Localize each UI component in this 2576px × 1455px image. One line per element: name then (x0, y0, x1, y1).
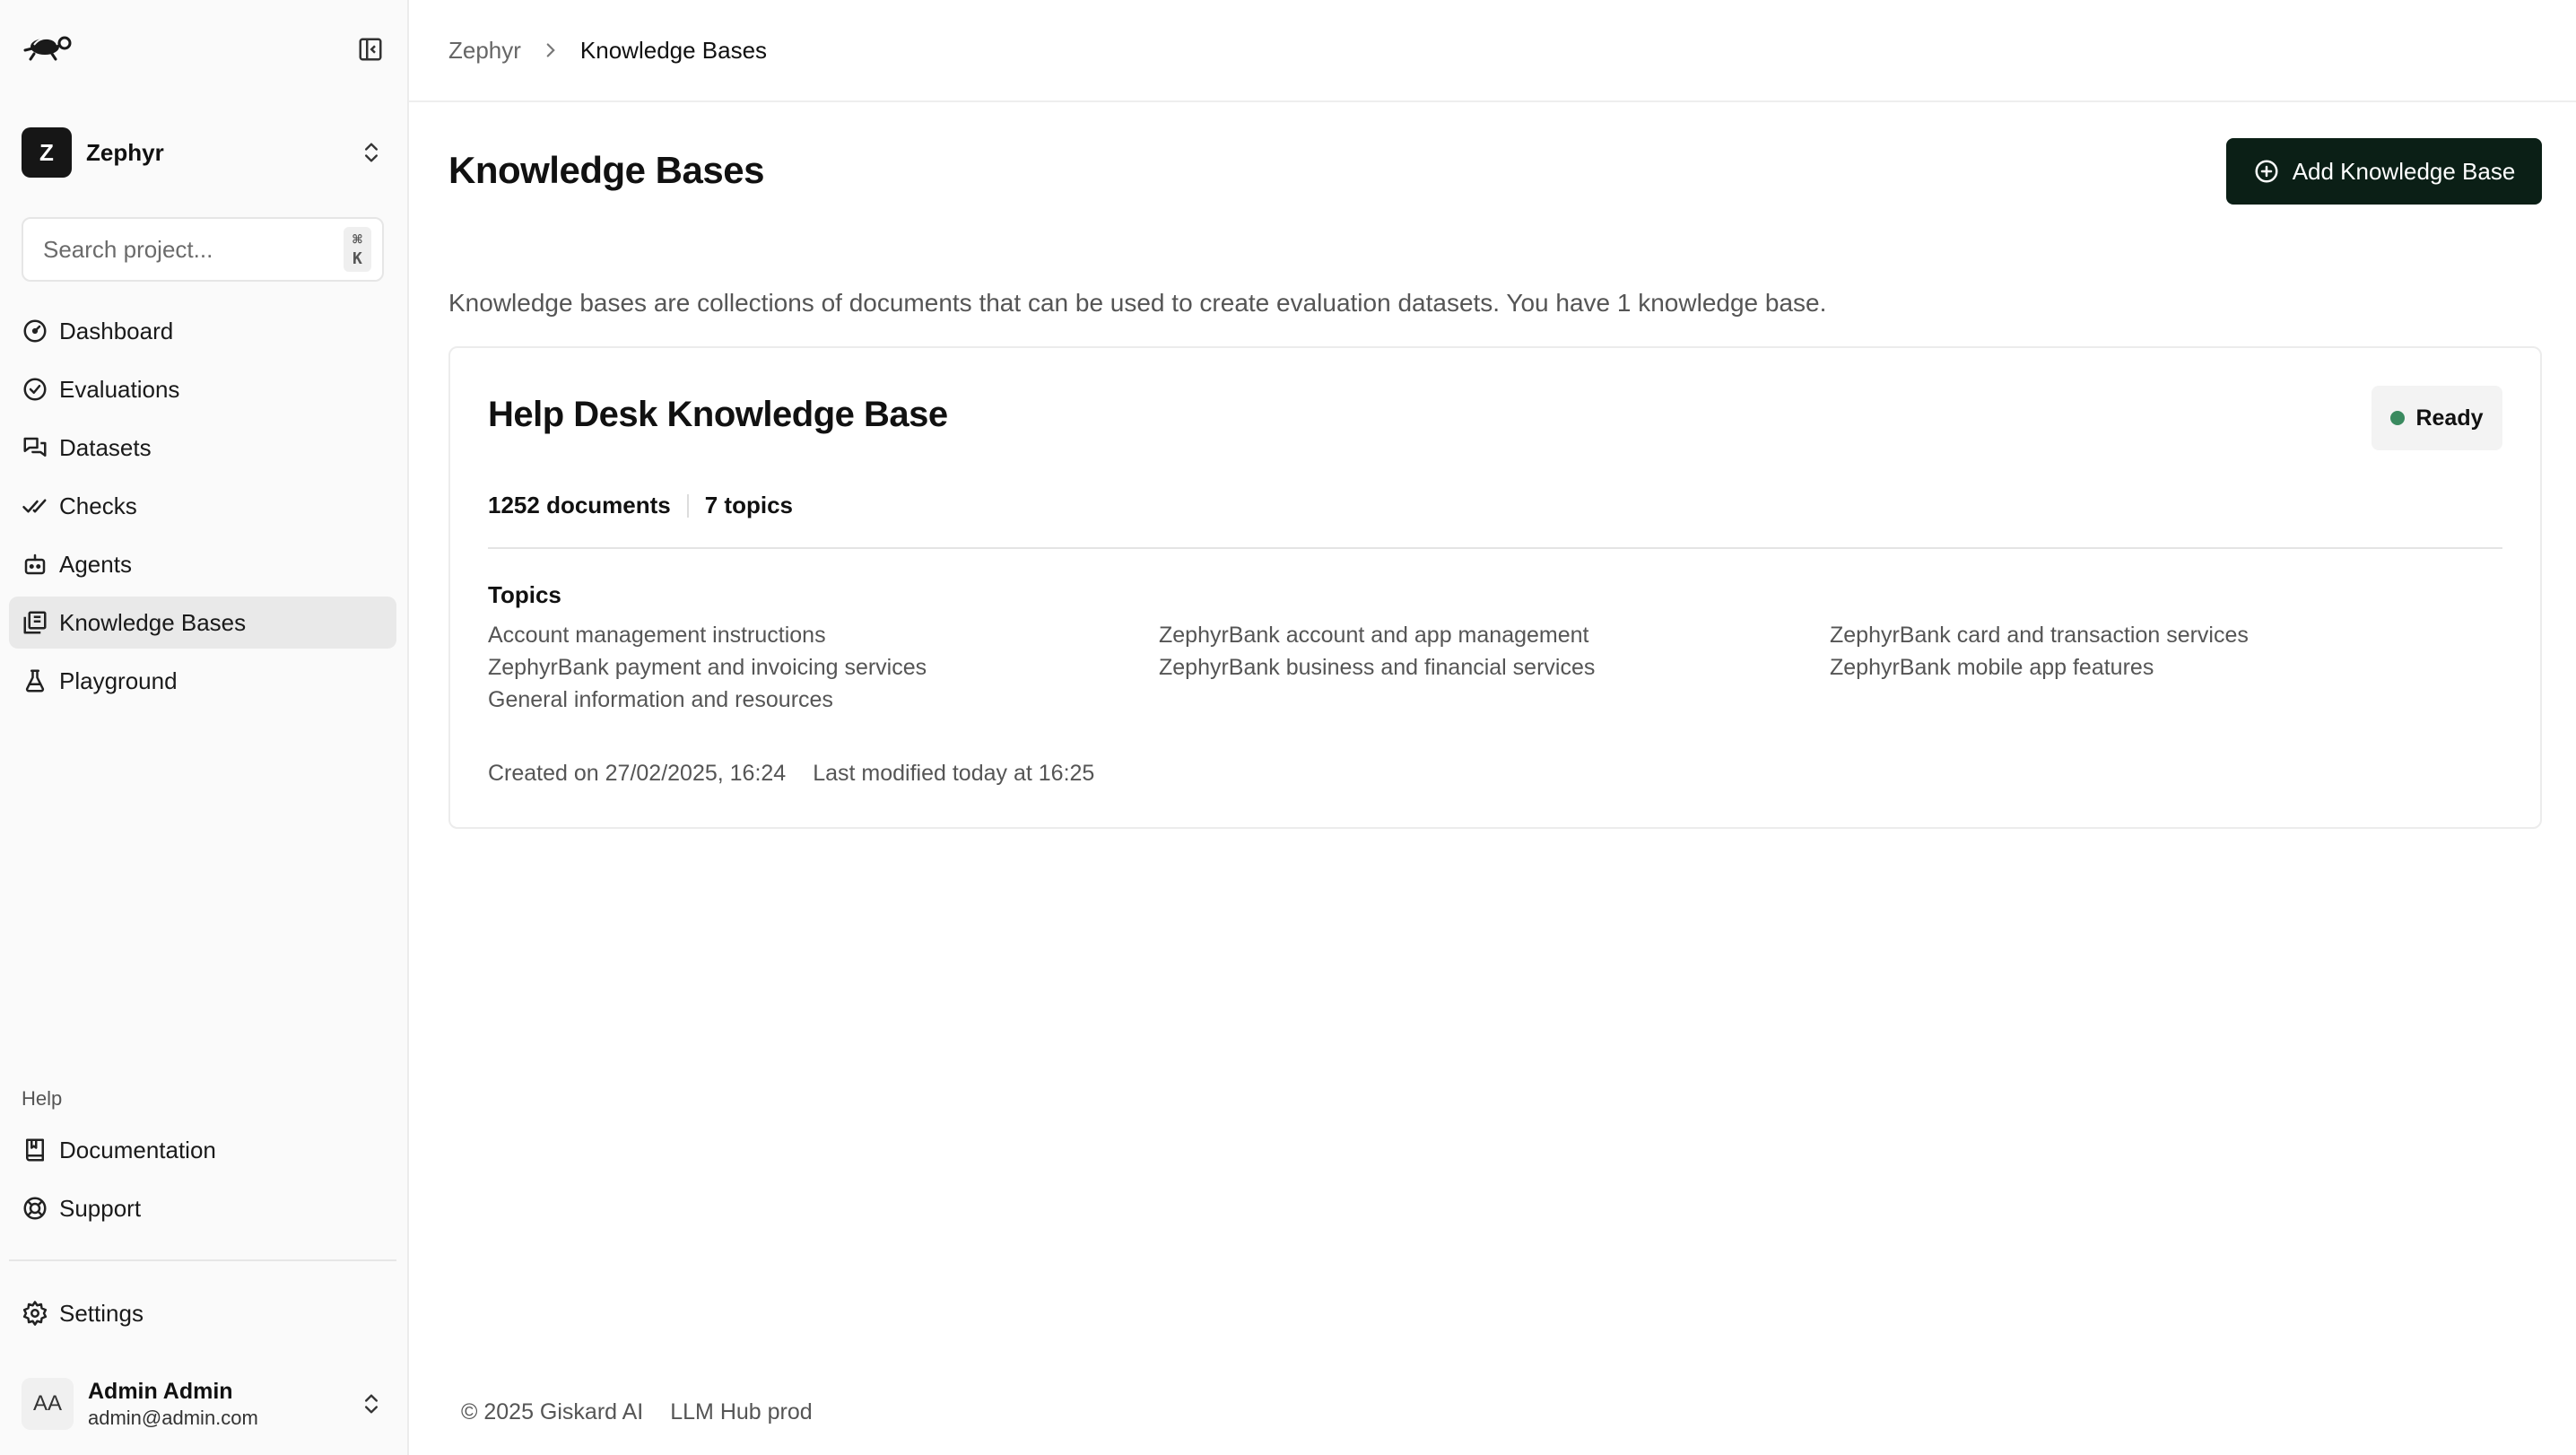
chevrons-up-down-icon (365, 143, 378, 162)
double-check-icon (22, 499, 47, 513)
nav-item-documentation[interactable]: Documentation (9, 1124, 396, 1176)
nav-label: Documentation (59, 1136, 216, 1163)
footer: © 2025 Giskard AI LLM Hub prod (461, 1399, 813, 1425)
nav-label: Agents (59, 550, 132, 578)
chevrons-up-down-icon (365, 1394, 378, 1414)
help-section-label: Help (22, 1087, 63, 1110)
knowledge-base-card[interactable]: Help Desk Knowledge Base Ready 1252 docu… (448, 346, 2542, 829)
plus-circle-icon (2255, 160, 2278, 183)
search-input[interactable] (43, 235, 344, 264)
book-icon (26, 1138, 44, 1162)
project-avatar: Z (22, 127, 72, 178)
chevron-right-icon (546, 43, 555, 57)
copyright: © 2025 Giskard AI (461, 1399, 644, 1425)
nav-label: Playground (59, 667, 178, 694)
settings-nav: Settings (9, 1287, 396, 1346)
nav-item-knowledge-bases[interactable]: Knowledge Bases (9, 597, 396, 649)
user-email: admin@admin.com (88, 1406, 258, 1429)
breadcrumb: Zephyr Knowledge Bases (409, 0, 2576, 102)
topic-item: ZephyrBank card and transaction services (1830, 623, 2249, 648)
gear-icon (22, 1301, 48, 1326)
app-root: Z Zephyr ⌘ K Dashboard Evaluations Datas… (0, 0, 2576, 1455)
topic-item: ZephyrBank mobile app features (1830, 655, 2154, 680)
nav-item-playground[interactable]: Playground (9, 655, 396, 707)
library-icon (23, 611, 47, 634)
status-badge: Ready (2371, 386, 2502, 450)
topics-heading: Topics (488, 581, 561, 608)
knowledge-base-stats: 1252 documents 7 topics (488, 492, 793, 519)
nav-item-support[interactable]: Support (9, 1182, 396, 1234)
dashboard-icon (23, 319, 47, 343)
bot-icon (24, 553, 46, 575)
help-nav: Documentation Support (9, 1124, 396, 1241)
add-button-label: Add Knowledge Base (2292, 157, 2516, 185)
flask-icon (25, 669, 45, 693)
status-label: Ready (2415, 405, 2484, 431)
lifebuoy-icon (23, 1197, 47, 1220)
nav-item-dashboard[interactable]: Dashboard (9, 305, 396, 357)
sidebar-toggle-icon[interactable] (357, 36, 384, 63)
user-menu[interactable]: AA Admin Admin admin@admin.com (22, 1372, 387, 1435)
page-title: Knowledge Bases (448, 149, 764, 191)
stats-separator (686, 493, 689, 518)
messages-icon (23, 437, 47, 457)
nav-item-datasets[interactable]: Datasets (9, 422, 396, 474)
nav-item-agents[interactable]: Agents (9, 538, 396, 590)
page-header: Knowledge Bases Add Knowledge Base (448, 138, 2542, 206)
topic-item: ZephyrBank account and app management (1159, 623, 1589, 648)
nav-label: Datasets (59, 433, 152, 461)
nav-item-settings[interactable]: Settings (9, 1287, 396, 1339)
add-knowledge-base-button[interactable]: Add Knowledge Base (2226, 138, 2542, 205)
breadcrumb-current: Knowledge Bases (579, 36, 768, 64)
turtle-logo-icon[interactable] (22, 27, 75, 63)
topic-item: ZephyrBank business and financial servic… (1159, 655, 1596, 680)
topic-item: Account management instructions (488, 623, 826, 648)
knowledge-base-name: Help Desk Knowledge Base (488, 395, 948, 434)
nav-label: Settings (59, 1299, 144, 1327)
project-search[interactable]: ⌘ K (22, 217, 384, 282)
knowledge-base-meta: Created on 27/02/2025, 16:24 Last modifi… (488, 761, 1094, 787)
nav-label: Checks (59, 492, 137, 519)
status-dot-icon (2390, 411, 2406, 425)
topic-item: General information and resources (488, 687, 833, 712)
nav-label: Dashboard (59, 317, 174, 344)
card-divider (488, 547, 2502, 549)
project-name: Zephyr (86, 138, 164, 166)
page-description: Knowledge bases are collections of docum… (448, 289, 1827, 317)
main-content: Zephyr Knowledge Bases Knowledge Bases A… (409, 0, 2576, 1455)
nav-item-evaluations[interactable]: Evaluations (9, 363, 396, 415)
nav-item-checks[interactable]: Checks (9, 480, 396, 532)
topic-item: ZephyrBank payment and invoicing service… (488, 655, 927, 680)
project-switcher[interactable]: Z Zephyr (22, 126, 387, 179)
sidebar-divider (9, 1259, 396, 1261)
modified-date: Last modified today at 16:25 (813, 761, 1095, 786)
avatar: AA (22, 1378, 74, 1430)
documents-count: 1252 documents (488, 492, 671, 518)
search-shortcut: ⌘ K (344, 227, 371, 272)
check-circle-icon (23, 378, 47, 401)
nav-label: Knowledge Bases (59, 608, 247, 636)
topics-list: Account management instructions ZephyrBa… (488, 623, 2506, 712)
sidebar: Z Zephyr ⌘ K Dashboard Evaluations Datas… (0, 0, 409, 1455)
created-date: Created on 27/02/2025, 16:24 (488, 761, 787, 786)
environment-label: LLM Hub prod (670, 1399, 813, 1425)
user-info: Admin Admin admin@admin.com (88, 1379, 359, 1430)
topics-count: 7 topics (704, 492, 793, 518)
main-nav: Dashboard Evaluations Datasets Checks Ag… (9, 305, 396, 713)
nav-label: Support (59, 1194, 142, 1222)
breadcrumb-root-link[interactable]: Zephyr (448, 37, 521, 65)
user-name: Admin Admin (88, 1378, 233, 1404)
nav-label: Evaluations (59, 375, 180, 403)
